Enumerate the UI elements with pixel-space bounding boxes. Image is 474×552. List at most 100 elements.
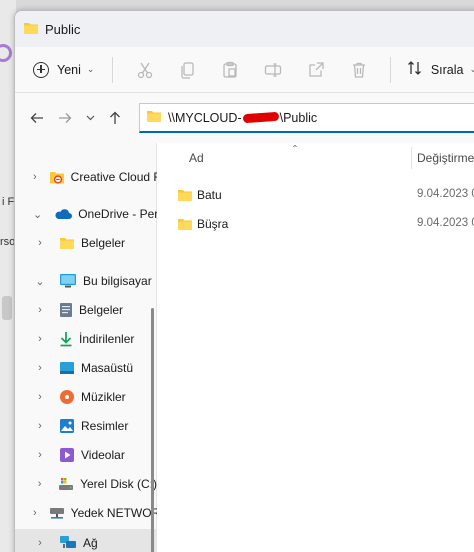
address-path-suffix: \Public <box>279 110 318 125</box>
chevron-right-icon[interactable]: › <box>33 420 47 432</box>
sort-button[interactable]: Sırala ⌄ <box>401 60 474 79</box>
folder-icon <box>59 236 75 250</box>
toolbar-divider <box>389 56 391 83</box>
network-drive-icon <box>49 506 65 520</box>
file-date-modified: 9.04.2023 00 <box>417 217 474 229</box>
sidebar-item-pictures[interactable]: › Resimler <box>15 412 157 440</box>
column-header-row: Ad ˆ Değiştirme t <box>157 143 474 173</box>
file-date-modified: 9.04.2023 00 <box>417 188 474 200</box>
chevron-down-icon[interactable]: ⌄ <box>33 208 42 221</box>
folder-icon <box>146 109 162 126</box>
file-row[interactable]: Batu 9.04.2023 00 <box>157 181 474 209</box>
copy-icon[interactable] <box>173 55 202 85</box>
sidebar-item-label: Masaüstü <box>81 361 134 375</box>
sidebar-item-desktop[interactable]: › Masaüstü <box>15 354 157 382</box>
sidebar-item-this-pc[interactable]: ⌄ Bu bilgisayar <box>15 267 157 295</box>
cut-icon[interactable] <box>130 55 159 85</box>
sidebar-item-label: Creative Cloud F <box>70 170 157 184</box>
recent-locations-button[interactable] <box>79 104 101 132</box>
sidebar-item-label: Belgeler <box>81 236 126 250</box>
background-scrollbar <box>2 296 12 320</box>
back-button[interactable] <box>23 104 51 132</box>
file-row[interactable]: Büşra 9.04.2023 00 <box>157 210 474 238</box>
sidebar-item-creative-cloud[interactable]: › Creative Cloud F <box>15 163 157 191</box>
sidebar-item-label: Yedek NETWOR <box>70 506 157 520</box>
sidebar-item-network-drive[interactable]: › Yedek NETWOR <box>15 499 157 527</box>
sidebar-item-label: Belgeler <box>79 303 124 317</box>
sidebar-item-label: Resimler <box>81 419 129 433</box>
onedrive-icon <box>54 208 73 220</box>
background-app-icon <box>0 44 12 62</box>
sidebar-item-downloads[interactable]: › İndirilenler <box>15 325 157 353</box>
sidebar-item-label: İndirilenler <box>79 332 135 346</box>
sidebar-item-label: Ağ <box>83 536 98 550</box>
toolbar-divider <box>112 56 114 83</box>
new-button[interactable]: Yeni ⌄ <box>25 55 102 85</box>
new-button-label: Yeni <box>57 62 81 77</box>
folder-icon <box>23 21 39 38</box>
plus-icon <box>33 61 49 78</box>
chevron-right-icon[interactable]: › <box>33 478 46 490</box>
sidebar-item-label: Bu bilgisayar <box>83 274 152 288</box>
sidebar-item-label: Müzikler <box>81 390 126 404</box>
sidebar-item-label: Yerel Disk (C:) <box>80 477 157 491</box>
chevron-right-icon[interactable]: › <box>33 171 37 183</box>
file-name: Büşra <box>197 217 229 231</box>
share-icon[interactable] <box>301 55 330 85</box>
main-area: › Creative Cloud F ⌄ OneDrive - Perso › <box>15 143 474 552</box>
desktop-icon <box>59 361 75 375</box>
column-header-date-modified[interactable]: Değiştirme t <box>417 151 474 165</box>
documents-icon <box>59 302 73 318</box>
sidebar-item-label: Videolar <box>81 448 125 462</box>
network-icon <box>59 535 77 551</box>
up-button[interactable] <box>101 104 129 132</box>
sidebar-item-onedrive[interactable]: ⌄ OneDrive - Perso <box>15 200 157 228</box>
redaction-mark <box>242 111 279 124</box>
music-icon <box>59 389 75 405</box>
paste-icon[interactable] <box>216 55 245 85</box>
delete-icon[interactable] <box>344 55 373 85</box>
navigation-pane: › Creative Cloud F ⌄ OneDrive - Perso › <box>15 143 157 552</box>
sidebar-item-label: OneDrive - Perso <box>78 207 157 221</box>
forward-button[interactable] <box>51 104 79 132</box>
navigation-bar: \\MYCLOUD- \Public <box>15 93 474 143</box>
chevron-right-icon[interactable]: › <box>33 333 47 345</box>
chevron-right-icon[interactable]: › <box>33 237 47 249</box>
background-text: rso <box>0 236 16 248</box>
sidebar-item-network[interactable]: › Ağ <box>15 529 157 552</box>
sidebar-item-documents[interactable]: › Belgeler <box>15 296 157 324</box>
column-divider[interactable] <box>411 147 412 169</box>
sort-button-label: Sırala <box>430 62 464 77</box>
chevron-right-icon[interactable]: › <box>33 537 47 549</box>
pictures-icon <box>59 418 75 434</box>
creative-cloud-icon <box>49 169 65 185</box>
sidebar-scrollbar[interactable] <box>151 308 154 552</box>
sidebar-item-local-disk[interactable]: › Yerel Disk (C:) <box>15 470 157 498</box>
chevron-right-icon[interactable]: › <box>33 304 47 316</box>
sort-ascending-icon: ˆ <box>293 143 297 157</box>
window-title: Public <box>45 21 81 37</box>
sort-icon <box>407 60 423 79</box>
rename-icon[interactable] <box>259 55 288 85</box>
folder-icon <box>177 188 193 205</box>
sidebar-item-onedrive-documents[interactable]: › Belgeler <box>15 229 157 257</box>
folder-icon <box>177 217 193 234</box>
computer-icon <box>59 273 77 289</box>
background-text: i F <box>2 196 15 208</box>
drive-icon <box>58 477 74 491</box>
sidebar-item-music[interactable]: › Müzikler <box>15 383 157 411</box>
downloads-icon <box>59 331 73 347</box>
file-name: Batu <box>197 188 222 202</box>
chevron-right-icon[interactable]: › <box>33 449 47 461</box>
address-path-prefix: \\MYCLOUD- <box>168 110 242 125</box>
column-header-name[interactable]: Ad <box>189 151 204 165</box>
file-list: Ad ˆ Değiştirme t Batu 9.04.2023 00 Büşr… <box>157 143 474 552</box>
chevron-right-icon[interactable]: › <box>33 362 47 374</box>
file-explorer-window: Public Yeni ⌄ Sırala \\MYCLOUD- \Public … <box>14 10 474 552</box>
chevron-down-icon[interactable]: ⌄ <box>33 275 47 288</box>
title-bar: Public <box>15 11 474 47</box>
address-bar[interactable]: \\MYCLOUD- \Public <box>139 103 474 133</box>
chevron-right-icon[interactable]: › <box>33 391 47 403</box>
sidebar-item-videos[interactable]: › Videolar <box>15 441 157 469</box>
chevron-right-icon[interactable]: › <box>33 507 37 519</box>
